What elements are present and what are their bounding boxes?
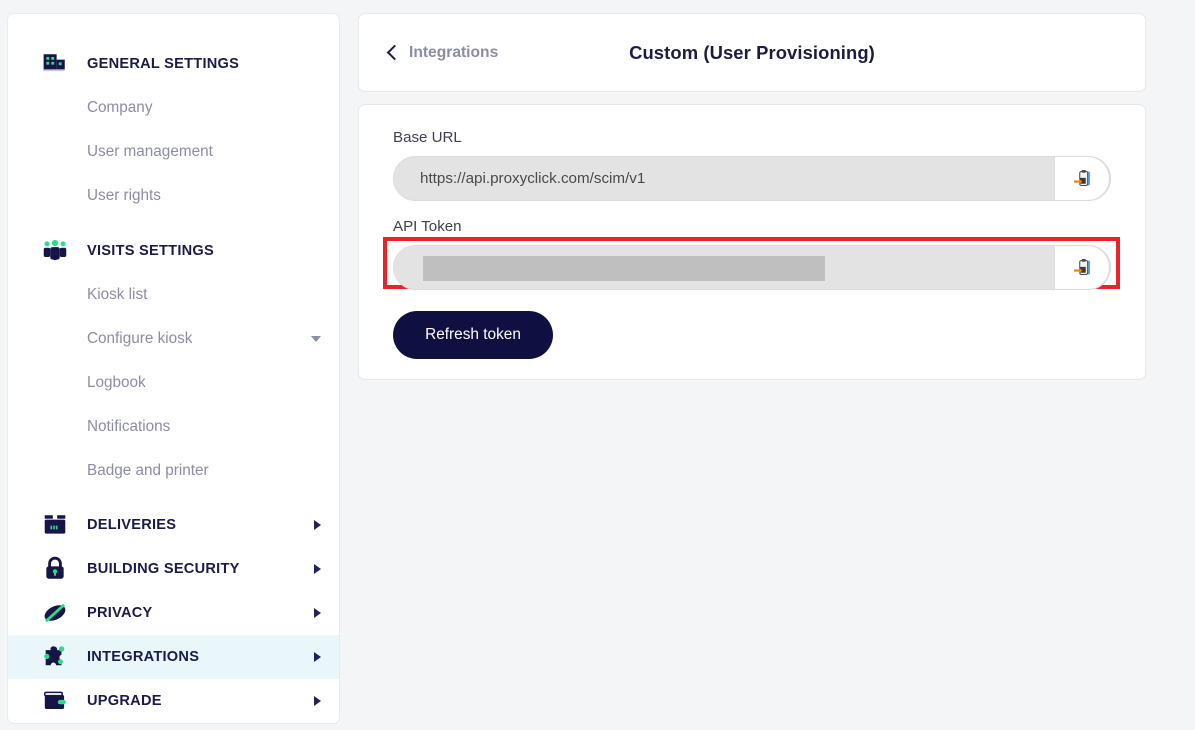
copy-base-url-button[interactable] bbox=[1054, 157, 1110, 200]
back-link-label: Integrations bbox=[409, 43, 499, 61]
wallet-icon bbox=[40, 686, 70, 716]
visitors-group-icon bbox=[40, 236, 70, 266]
sidebar-section-label: GENERAL SETTINGS bbox=[87, 56, 240, 72]
sidebar-section-label: UPGRADE bbox=[87, 693, 162, 709]
sidebar-item-company[interactable]: Company bbox=[8, 86, 339, 130]
sidebar-section-integrations[interactable]: INTEGRATIONS bbox=[8, 635, 339, 679]
sidebar-item-user-rights[interactable]: User rights bbox=[8, 174, 339, 218]
sidebar-item-kiosk-list[interactable]: Kiosk list bbox=[8, 273, 339, 317]
api-token-input[interactable] bbox=[393, 245, 1111, 290]
sidebar-section-label: INTEGRATIONS bbox=[87, 649, 200, 665]
sidebar-section-building-security[interactable]: BUILDING SECURITY bbox=[8, 547, 339, 591]
chevron-right-icon[interactable] bbox=[314, 564, 321, 574]
sidebar-item-badge-and-printer[interactable]: Badge and printer bbox=[8, 449, 339, 493]
chevron-down-icon[interactable] bbox=[311, 336, 321, 342]
app-root: GENERAL SETTINGS Company User management Us… bbox=[0, 0, 1195, 730]
sidebar-section-visits-settings[interactable]: VISITS SETTINGS bbox=[8, 229, 339, 273]
refresh-token-button[interactable]: Refresh token bbox=[393, 311, 553, 359]
sidebar-item-configure-kiosk[interactable]: Configure kiosk bbox=[8, 317, 339, 361]
api-token-field-wrapper bbox=[383, 237, 1120, 290]
main-content: Integrations Custom (User Provisioning) … bbox=[358, 13, 1146, 724]
base-url-value: https://api.proxyclick.com/scim/v1 bbox=[420, 170, 646, 187]
building-icon bbox=[40, 49, 70, 79]
back-to-integrations-link[interactable]: Integrations bbox=[386, 43, 499, 62]
sidebar-item-label: Company bbox=[87, 99, 153, 116]
sidebar-nav: GENERAL SETTINGS Company User management Us… bbox=[7, 13, 340, 724]
clipboard-paste-icon bbox=[1073, 169, 1090, 186]
chevron-right-icon[interactable] bbox=[314, 520, 321, 530]
sidebar-item-label: Kiosk list bbox=[87, 286, 148, 303]
base-url-input[interactable]: https://api.proxyclick.com/scim/v1 bbox=[393, 156, 1111, 201]
lock-icon bbox=[40, 554, 70, 584]
integration-settings-card: Base URL https://api.proxyclick.com/scim… bbox=[358, 104, 1146, 380]
sidebar-item-label: Configure kiosk bbox=[87, 330, 193, 347]
sidebar-item-label: Notifications bbox=[87, 418, 171, 435]
sidebar-section-label: BUILDING SECURITY bbox=[87, 561, 240, 577]
api-token-masked-value bbox=[423, 256, 825, 281]
sidebar-section-label: DELIVERIES bbox=[87, 517, 177, 533]
chevron-left-icon bbox=[386, 44, 403, 61]
sidebar-section-label: VISITS SETTINGS bbox=[87, 243, 215, 259]
sidebar-item-label: User management bbox=[87, 143, 213, 160]
sidebar-item-notifications[interactable]: Notifications bbox=[8, 405, 339, 449]
sidebar-section-general-settings[interactable]: GENERAL SETTINGS bbox=[8, 42, 339, 86]
puzzle-piece-icon bbox=[40, 642, 70, 672]
sidebar-item-label: User rights bbox=[87, 187, 161, 204]
sidebar-section-privacy[interactable]: PRIVACY bbox=[8, 591, 339, 635]
base-url-label: Base URL bbox=[393, 129, 462, 146]
sidebar-item-label: Badge and printer bbox=[87, 462, 209, 479]
sidebar-item-user-management[interactable]: User management bbox=[8, 130, 339, 174]
sidebar-section-upgrade[interactable]: UPGRADE bbox=[8, 679, 339, 723]
chevron-right-icon[interactable] bbox=[314, 652, 321, 662]
page-header-card: Integrations Custom (User Provisioning) bbox=[358, 13, 1146, 92]
sidebar-section-label: PRIVACY bbox=[87, 605, 153, 621]
sidebar-item-label: Logbook bbox=[87, 374, 146, 391]
api-token-label: API Token bbox=[393, 218, 462, 235]
chevron-right-icon[interactable] bbox=[314, 608, 321, 618]
copy-api-token-button[interactable] bbox=[1054, 246, 1110, 289]
package-icon bbox=[40, 510, 70, 540]
sidebar-section-deliveries[interactable]: DELIVERIES bbox=[8, 503, 339, 547]
sidebar-item-logbook[interactable]: Logbook bbox=[8, 361, 339, 405]
clipboard-paste-icon bbox=[1073, 258, 1090, 275]
chevron-right-icon[interactable] bbox=[314, 696, 321, 706]
eye-slash-icon bbox=[40, 598, 70, 628]
